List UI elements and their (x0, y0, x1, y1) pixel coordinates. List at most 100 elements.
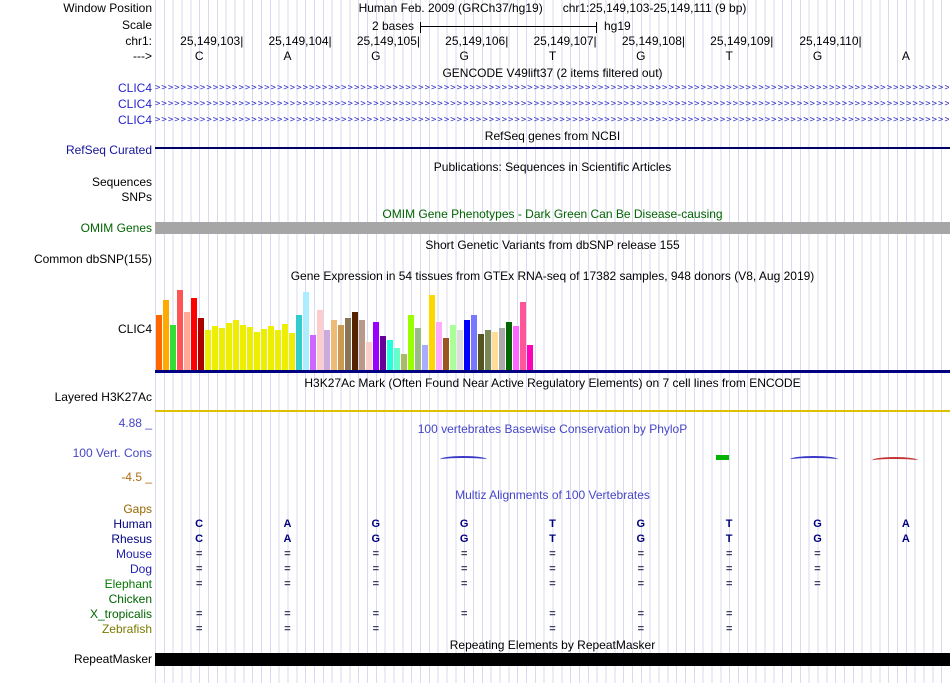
gtex-expression-bar[interactable] (156, 315, 162, 370)
multiz-track-title[interactable]: Multiz Alignments of 100 Vertebrates (155, 489, 950, 502)
gtex-expression-bar[interactable] (310, 335, 316, 370)
gtex-expression-bar[interactable] (478, 334, 484, 370)
gene-model-arrows[interactable]: >>>>>>>>>>>>>>>>>>>>>>>>>>>>>>>>>>>>>>>>… (155, 82, 949, 94)
gene-model-arrows[interactable]: >>>>>>>>>>>>>>>>>>>>>>>>>>>>>>>>>>>>>>>>… (155, 98, 949, 110)
gtex-expression-bar[interactable] (471, 315, 477, 370)
gtex-expression-bar[interactable] (324, 330, 330, 370)
gtex-expression-bar[interactable] (345, 318, 351, 370)
gtex-expression-bar[interactable] (492, 332, 498, 370)
gtex-expression-bar[interactable] (282, 324, 288, 370)
multiz-species-label[interactable]: Dog (0, 563, 152, 576)
gtex-expression-bar[interactable] (415, 328, 421, 370)
gtex-expression-bar[interactable] (163, 300, 169, 370)
gtex-expression-bar[interactable] (394, 348, 400, 370)
gtex-expression-bar[interactable] (520, 302, 526, 370)
gtex-expression-bar[interactable] (380, 336, 386, 370)
multiz-species-label[interactable]: Gaps (0, 503, 152, 516)
multiz-species-label[interactable]: X_tropicalis (0, 608, 152, 621)
gtex-expression-bar[interactable] (408, 315, 414, 370)
multiz-species-label[interactable]: Zebrafish (0, 623, 152, 636)
multiz-species-label[interactable]: Rhesus (0, 533, 152, 546)
gtex-expression-bar[interactable] (527, 345, 533, 370)
gtex-expression-bar[interactable] (387, 340, 393, 370)
gtex-expression-bar[interactable] (499, 328, 505, 370)
gtex-expression-chart[interactable] (156, 288, 536, 370)
gtex-expression-bar[interactable] (450, 325, 456, 370)
phylop-track-label[interactable]: 100 Vert. Cons (0, 447, 152, 460)
gtex-expression-bar[interactable] (226, 323, 232, 370)
gtex-expression-bar[interactable] (506, 322, 512, 370)
omim-genes-label[interactable]: OMIM Genes (0, 222, 152, 235)
gtex-expression-bar[interactable] (359, 320, 365, 370)
gtex-expression-bar[interactable] (212, 326, 218, 370)
conservation-mark (716, 455, 729, 460)
gtex-expression-bar[interactable] (457, 330, 463, 370)
gtex-expression-bar[interactable] (303, 292, 309, 370)
gtex-gene-model-line[interactable] (155, 370, 950, 373)
sequences-label[interactable]: Sequences (0, 176, 152, 189)
h3k27ac-label[interactable]: Layered H3K27Ac (0, 391, 152, 404)
gtex-expression-bar[interactable] (373, 322, 379, 370)
gtex-expression-bar[interactable] (219, 328, 225, 370)
omim-gene-bar[interactable] (155, 222, 950, 234)
gene-row-label[interactable]: CLIC4 (0, 82, 152, 95)
gtex-expression-bar[interactable] (170, 325, 176, 370)
multiz-species-label[interactable]: Mouse (0, 548, 152, 561)
dbsnp-track-title[interactable]: Short Genetic Variants from dbSNP releas… (155, 239, 950, 252)
gtex-expression-bar[interactable] (296, 315, 302, 370)
gtex-expression-bar[interactable] (275, 330, 281, 370)
gtex-expression-bar[interactable] (289, 333, 295, 370)
alignment-cell: = (460, 608, 468, 620)
snps-label[interactable]: SNPs (0, 191, 152, 204)
gene-model-arrows[interactable]: >>>>>>>>>>>>>>>>>>>>>>>>>>>>>>>>>>>>>>>>… (155, 114, 949, 126)
gtex-expression-bar[interactable] (184, 312, 190, 370)
phylop-track-title[interactable]: 100 vertebrates Basewise Conservation by… (155, 423, 950, 436)
gtex-expression-bar[interactable] (268, 326, 274, 370)
gtex-expression-bar[interactable] (177, 290, 183, 370)
multiz-species-label[interactable]: Chicken (0, 593, 152, 606)
refseq-gene-line[interactable] (155, 147, 950, 149)
gtex-expression-bar[interactable] (240, 325, 246, 370)
gtex-expression-bar[interactable] (191, 298, 197, 370)
alignment-cell: G (459, 518, 469, 530)
gene-row-label[interactable]: CLIC4 (0, 114, 152, 127)
gtex-expression-bar[interactable] (205, 330, 211, 370)
ruler-position-label: 25,149,108| (621, 34, 685, 48)
gtex-expression-bar[interactable] (233, 320, 239, 370)
gtex-expression-bar[interactable] (429, 295, 435, 370)
gtex-expression-bar[interactable] (338, 325, 344, 370)
alignment-cell: A (901, 518, 910, 530)
dbsnp-label[interactable]: Common dbSNP(155) (0, 253, 152, 266)
repeatmasker-label[interactable]: RepeatMasker (0, 653, 152, 666)
h3k27ac-track-title[interactable]: H3K27Ac Mark (Often Found Near Active Re… (155, 377, 950, 390)
repeatmasker-track-title[interactable]: Repeating Elements by RepeatMasker (155, 639, 950, 652)
publications-track-title[interactable]: Publications: Sequences in Scientific Ar… (155, 161, 950, 174)
alignment-cell: = (195, 608, 203, 620)
gtex-gene-label[interactable]: CLIC4 (0, 323, 152, 336)
multiz-species-label[interactable]: Elephant (0, 578, 152, 591)
gtex-expression-bar[interactable] (254, 332, 260, 370)
gtex-expression-bar[interactable] (198, 318, 204, 370)
gtex-expression-bar[interactable] (422, 345, 428, 370)
refseq-track-title[interactable]: RefSeq genes from NCBI (155, 130, 950, 143)
gtex-expression-bar[interactable] (247, 327, 253, 370)
gtex-expression-bar[interactable] (401, 354, 407, 370)
omim-track-title[interactable]: OMIM Gene Phenotypes - Dark Green Can Be… (155, 208, 950, 221)
gtex-expression-bar[interactable] (352, 312, 358, 370)
multiz-species-label[interactable]: Human (0, 518, 152, 531)
repeatmasker-element-bar[interactable] (155, 653, 950, 666)
gtex-expression-bar[interactable] (261, 329, 267, 370)
genome-browser-image[interactable]: Window Position Human Feb. 2009 (GRCh37/… (0, 0, 950, 683)
gtex-track-title[interactable]: Gene Expression in 54 tissues from GTEx … (155, 270, 950, 283)
gtex-expression-bar[interactable] (485, 330, 491, 370)
gtex-expression-bar[interactable] (317, 310, 323, 370)
gtex-expression-bar[interactable] (366, 342, 372, 370)
gencode-track-title[interactable]: GENCODE V49lift37 (2 items filtered out) (155, 67, 950, 80)
gtex-expression-bar[interactable] (331, 320, 337, 370)
refseq-curated-label[interactable]: RefSeq Curated (0, 144, 152, 157)
gtex-expression-bar[interactable] (436, 322, 442, 370)
gene-row-label[interactable]: CLIC4 (0, 98, 152, 111)
gtex-expression-bar[interactable] (443, 338, 449, 370)
gtex-expression-bar[interactable] (464, 320, 470, 370)
gtex-expression-bar[interactable] (513, 326, 519, 370)
